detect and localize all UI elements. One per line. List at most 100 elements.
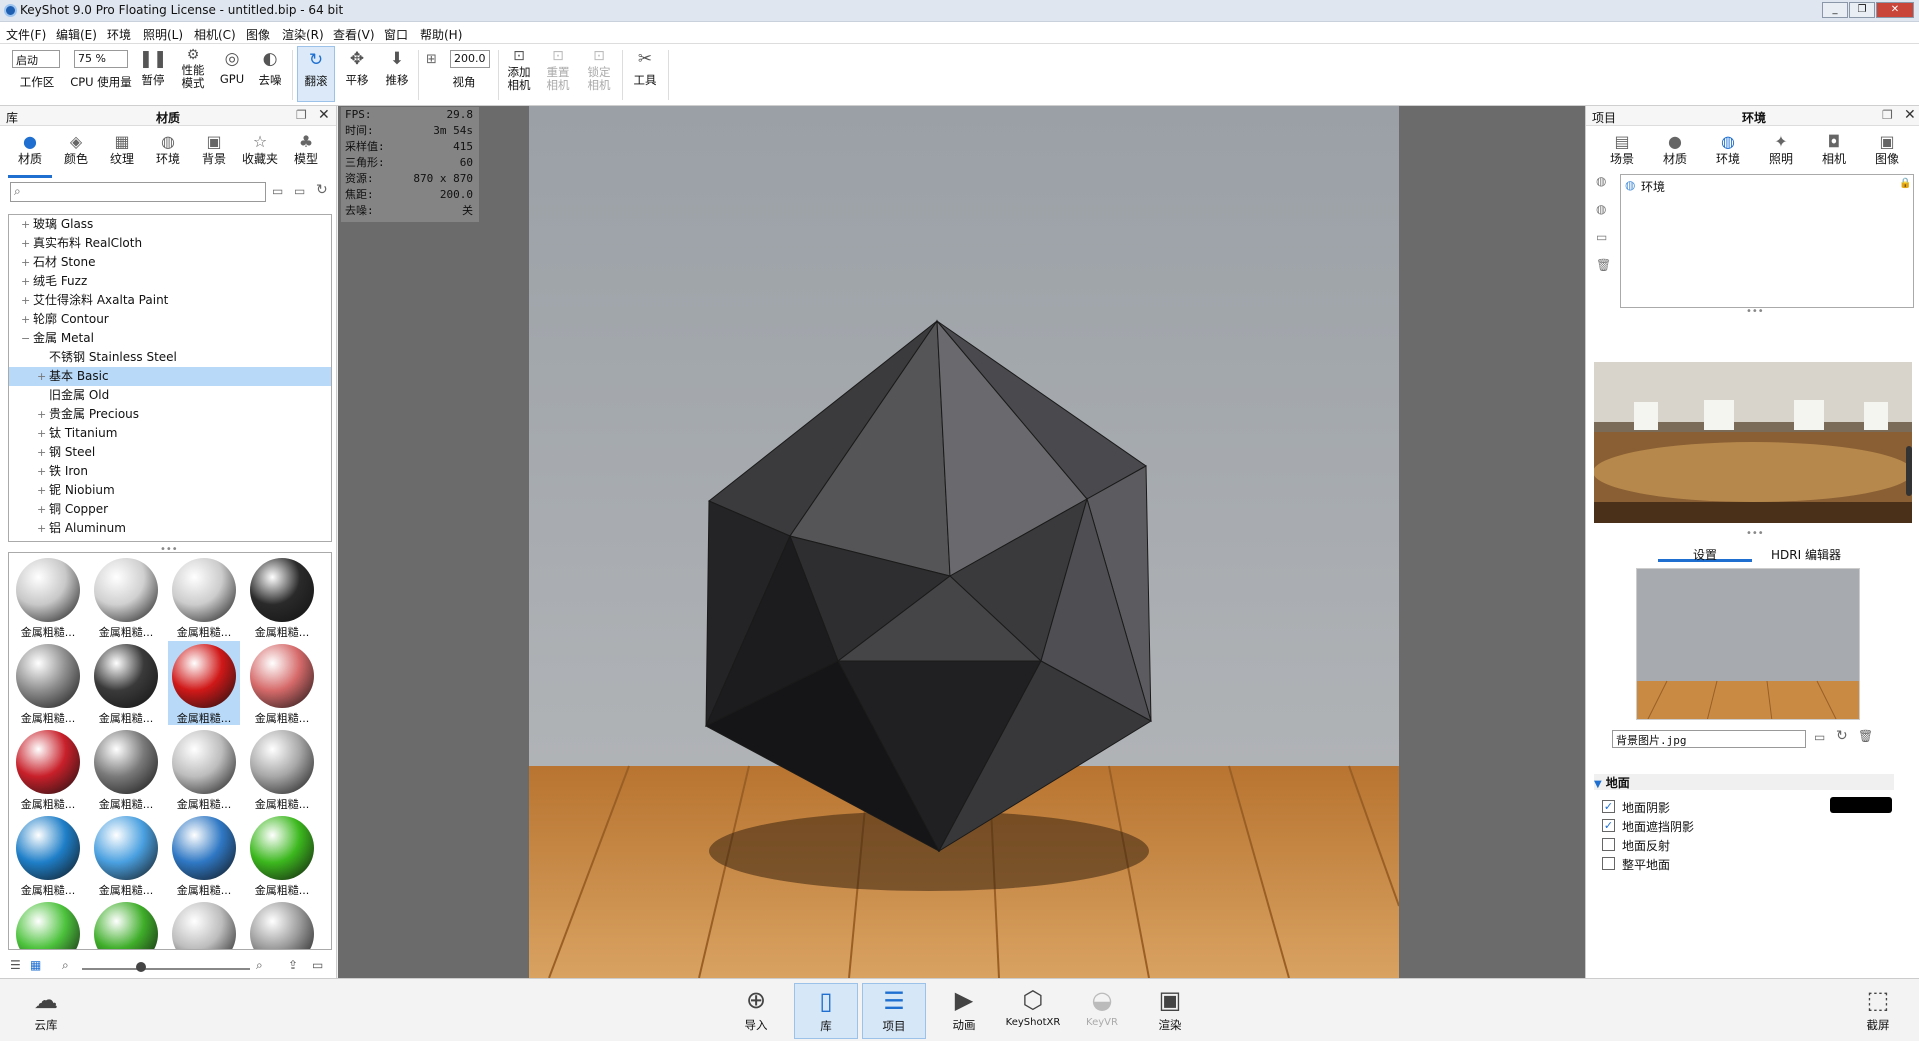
expander-icon[interactable]: + — [37, 519, 49, 538]
add-environment-icon[interactable]: ◍ — [1596, 174, 1606, 188]
tree-item[interactable]: + 铜 Copper — [9, 500, 331, 519]
cpu-usage-select[interactable]: 75 % — [74, 50, 128, 68]
shadow-color-swatch[interactable] — [1830, 797, 1892, 813]
tab-hdri-editor[interactable]: HDRI 编辑器 — [1756, 546, 1856, 562]
tab-environments[interactable]: ◍ 环境 — [146, 132, 190, 167]
tab-favorites[interactable]: ☆ 收藏夹 — [238, 132, 282, 167]
import-button[interactable]: ⊕ 导入 — [724, 983, 788, 1039]
menu-file[interactable]: 文件(F) — [6, 26, 46, 43]
project-button[interactable]: ☰ 项目 — [862, 983, 926, 1039]
expander-icon[interactable]: + — [21, 291, 33, 310]
import-folder-icon[interactable]: ▭ — [312, 958, 323, 972]
expander-icon[interactable]: + — [21, 272, 33, 291]
menu-view[interactable]: 查看(V) — [333, 26, 375, 43]
zoom-in-icon[interactable]: ⌕ — [256, 958, 263, 973]
menu-environment[interactable]: 环境 — [107, 26, 131, 43]
tree-item[interactable]: + 铝 Aluminum — [9, 519, 331, 538]
expander-icon[interactable]: + — [37, 500, 49, 519]
tree-item[interactable]: + 绒毛 Fuzz — [9, 272, 331, 291]
tree-item[interactable]: 旧金属 Old — [9, 386, 331, 405]
folder-add-icon[interactable]: ▭ — [294, 184, 305, 198]
expander-icon[interactable]: − — [21, 329, 33, 348]
expander-icon[interactable]: + — [21, 310, 33, 329]
tab-textures[interactable]: ▦ 纹理 — [100, 132, 144, 167]
expander-icon[interactable]: + — [37, 424, 49, 443]
ground-option[interactable]: 地面反射 — [1602, 836, 1902, 855]
background-image-field[interactable]: 背景图片.jpg — [1612, 730, 1806, 748]
expander-icon[interactable]: + — [21, 234, 33, 253]
material-thumbnail[interactable]: 金属粗糙... — [246, 555, 318, 639]
tree-item[interactable]: + 铌 Niobium — [9, 481, 331, 500]
environment-list-item[interactable]: 环境 — [1641, 178, 1665, 195]
tumble-button[interactable]: ↻ 翻滚 — [297, 46, 335, 102]
material-thumbnail[interactable] — [246, 899, 318, 949]
tab-backplates[interactable]: ▣ 背景 — [192, 132, 236, 167]
library-button[interactable]: ▯ 库 — [794, 983, 858, 1039]
menu-image[interactable]: 图像 — [246, 26, 270, 43]
add-camera-button[interactable]: ⊡ 添加 相机 — [502, 46, 536, 102]
list-view-icon[interactable]: ☰ — [10, 958, 21, 972]
tab-scene[interactable]: ▤ 场景 — [1600, 132, 1644, 167]
menu-lighting[interactable]: 照明(L) — [143, 26, 183, 43]
tab-environment[interactable]: ◍ 环境 — [1706, 132, 1750, 178]
tab-materials[interactable]: ● 材质 — [8, 132, 52, 178]
cloud-library-button[interactable]: ☁ 云库 — [14, 983, 78, 1039]
open-folder-icon[interactable]: ▭ — [1814, 730, 1825, 744]
menu-edit[interactable]: 编辑(E) — [56, 26, 97, 43]
expander-icon[interactable]: + — [37, 462, 49, 481]
folder-icon[interactable]: ▭ — [272, 184, 283, 198]
tools-button[interactable]: ✂ 工具 — [628, 46, 662, 102]
expander-icon[interactable]: + — [37, 367, 49, 386]
background-preview[interactable] — [1636, 568, 1860, 720]
lock-icon[interactable]: 🔒 — [1899, 178, 1911, 189]
checkbox[interactable]: ✓ — [1602, 800, 1615, 813]
delete-icon[interactable]: 🗑 — [1596, 258, 1611, 272]
close-icon[interactable]: ✕ — [1876, 2, 1914, 18]
dolly-button[interactable]: ⬇ 推移 — [382, 46, 412, 102]
menu-render[interactable]: 渲染(R) — [282, 26, 324, 43]
menu-help[interactable]: 帮助(H) — [420, 26, 462, 43]
minimize-icon[interactable]: _ — [1822, 2, 1848, 18]
copy-environment-icon[interactable]: ▭ — [1596, 230, 1607, 244]
thumbnail-size-slider[interactable] — [82, 968, 250, 970]
material-thumbnail[interactable]: 金属粗糙... — [90, 727, 162, 811]
checkbox[interactable]: ✓ — [1602, 819, 1615, 832]
tree-item[interactable]: 不锈钢 Stainless Steel — [9, 348, 331, 367]
close-panel-icon[interactable]: ✕ — [318, 107, 330, 123]
material-thumbnail[interactable]: 金属粗糙... — [246, 641, 318, 725]
material-thumbnail[interactable]: 金属粗糙... — [168, 641, 240, 725]
panel-scrollbar[interactable] — [1906, 446, 1912, 496]
render-scene[interactable] — [529, 106, 1399, 978]
gpu-button[interactable]: ◎ GPU — [218, 46, 246, 102]
library-search-input[interactable]: ⌕ — [10, 182, 266, 202]
material-thumbnail[interactable]: 金属粗糙... — [90, 813, 162, 897]
zoom-out-icon[interactable]: ⌕ — [62, 958, 69, 973]
expander-icon[interactable]: + — [37, 405, 49, 424]
tree-item[interactable]: − 金属 Metal — [9, 329, 331, 348]
float-panel-icon[interactable]: ❐ — [296, 108, 307, 122]
close-panel-icon[interactable]: ✕ — [1904, 107, 1916, 123]
reset-camera-button[interactable]: ⊡ 重置 相机 — [541, 46, 575, 102]
animation-button[interactable]: ▶ 动画 — [932, 983, 996, 1039]
keyvr-button[interactable]: ◒ KeyVR — [1070, 983, 1134, 1039]
expander-icon[interactable]: + — [21, 215, 33, 234]
refresh-icon[interactable]: ↻ — [1836, 728, 1848, 744]
tree-item[interactable]: + 钛 Titanium — [9, 424, 331, 443]
hdri-preview[interactable] — [1594, 362, 1912, 523]
performance-mode-button[interactable]: ⚙ 性能 模式 — [176, 46, 210, 102]
tree-item[interactable]: + 艾仕得涂料 Axalta Paint — [9, 291, 331, 310]
material-thumbnail[interactable]: 金属粗糙... — [168, 555, 240, 639]
tree-item[interactable]: + 玻璃 Glass — [9, 215, 331, 234]
tab-camera[interactable]: ◘ 相机 — [1812, 132, 1856, 167]
ground-option[interactable]: ✓ 地面遮挡阴影 — [1602, 817, 1902, 836]
pan-button[interactable]: ✥ 平移 — [342, 46, 372, 102]
tree-item[interactable]: + 铁 Iron — [9, 462, 331, 481]
duplicate-environment-icon[interactable]: ◍ — [1596, 202, 1606, 216]
keyshotxr-button[interactable]: ⬡ KeyShotXR — [1000, 983, 1066, 1039]
render-button[interactable]: ▣ 渲染 — [1138, 983, 1202, 1039]
expander-icon[interactable]: + — [37, 443, 49, 462]
screenshot-button[interactable]: ⬚ 截屏 — [1846, 983, 1910, 1039]
delete-icon[interactable]: 🗑 — [1858, 729, 1873, 743]
material-thumbnail[interactable]: 金属粗糙... — [12, 641, 84, 725]
fov-input[interactable]: 200.0 — [450, 50, 490, 68]
